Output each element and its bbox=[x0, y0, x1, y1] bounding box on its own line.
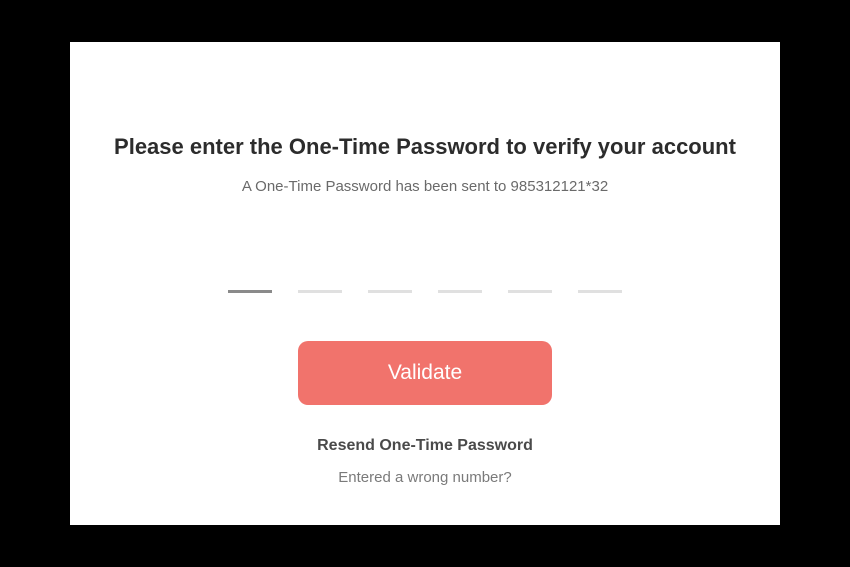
otp-verification-card: Please enter the One-Time Password to ve… bbox=[70, 42, 780, 525]
otp-input-group bbox=[70, 265, 780, 293]
validate-button[interactable]: Validate bbox=[298, 341, 552, 405]
otp-digit-5[interactable] bbox=[508, 265, 552, 293]
otp-digit-6[interactable] bbox=[578, 265, 622, 293]
resend-otp-link[interactable]: Resend One-Time Password bbox=[70, 437, 780, 455]
page-subtitle: A One-Time Password has been sent to 985… bbox=[70, 178, 780, 195]
otp-digit-4[interactable] bbox=[438, 265, 482, 293]
otp-digit-3[interactable] bbox=[368, 265, 412, 293]
page-title: Please enter the One-Time Password to ve… bbox=[70, 134, 780, 160]
otp-digit-1[interactable] bbox=[228, 265, 272, 293]
otp-digit-2[interactable] bbox=[298, 265, 342, 293]
wrong-number-link[interactable]: Entered a wrong number? bbox=[70, 469, 780, 486]
